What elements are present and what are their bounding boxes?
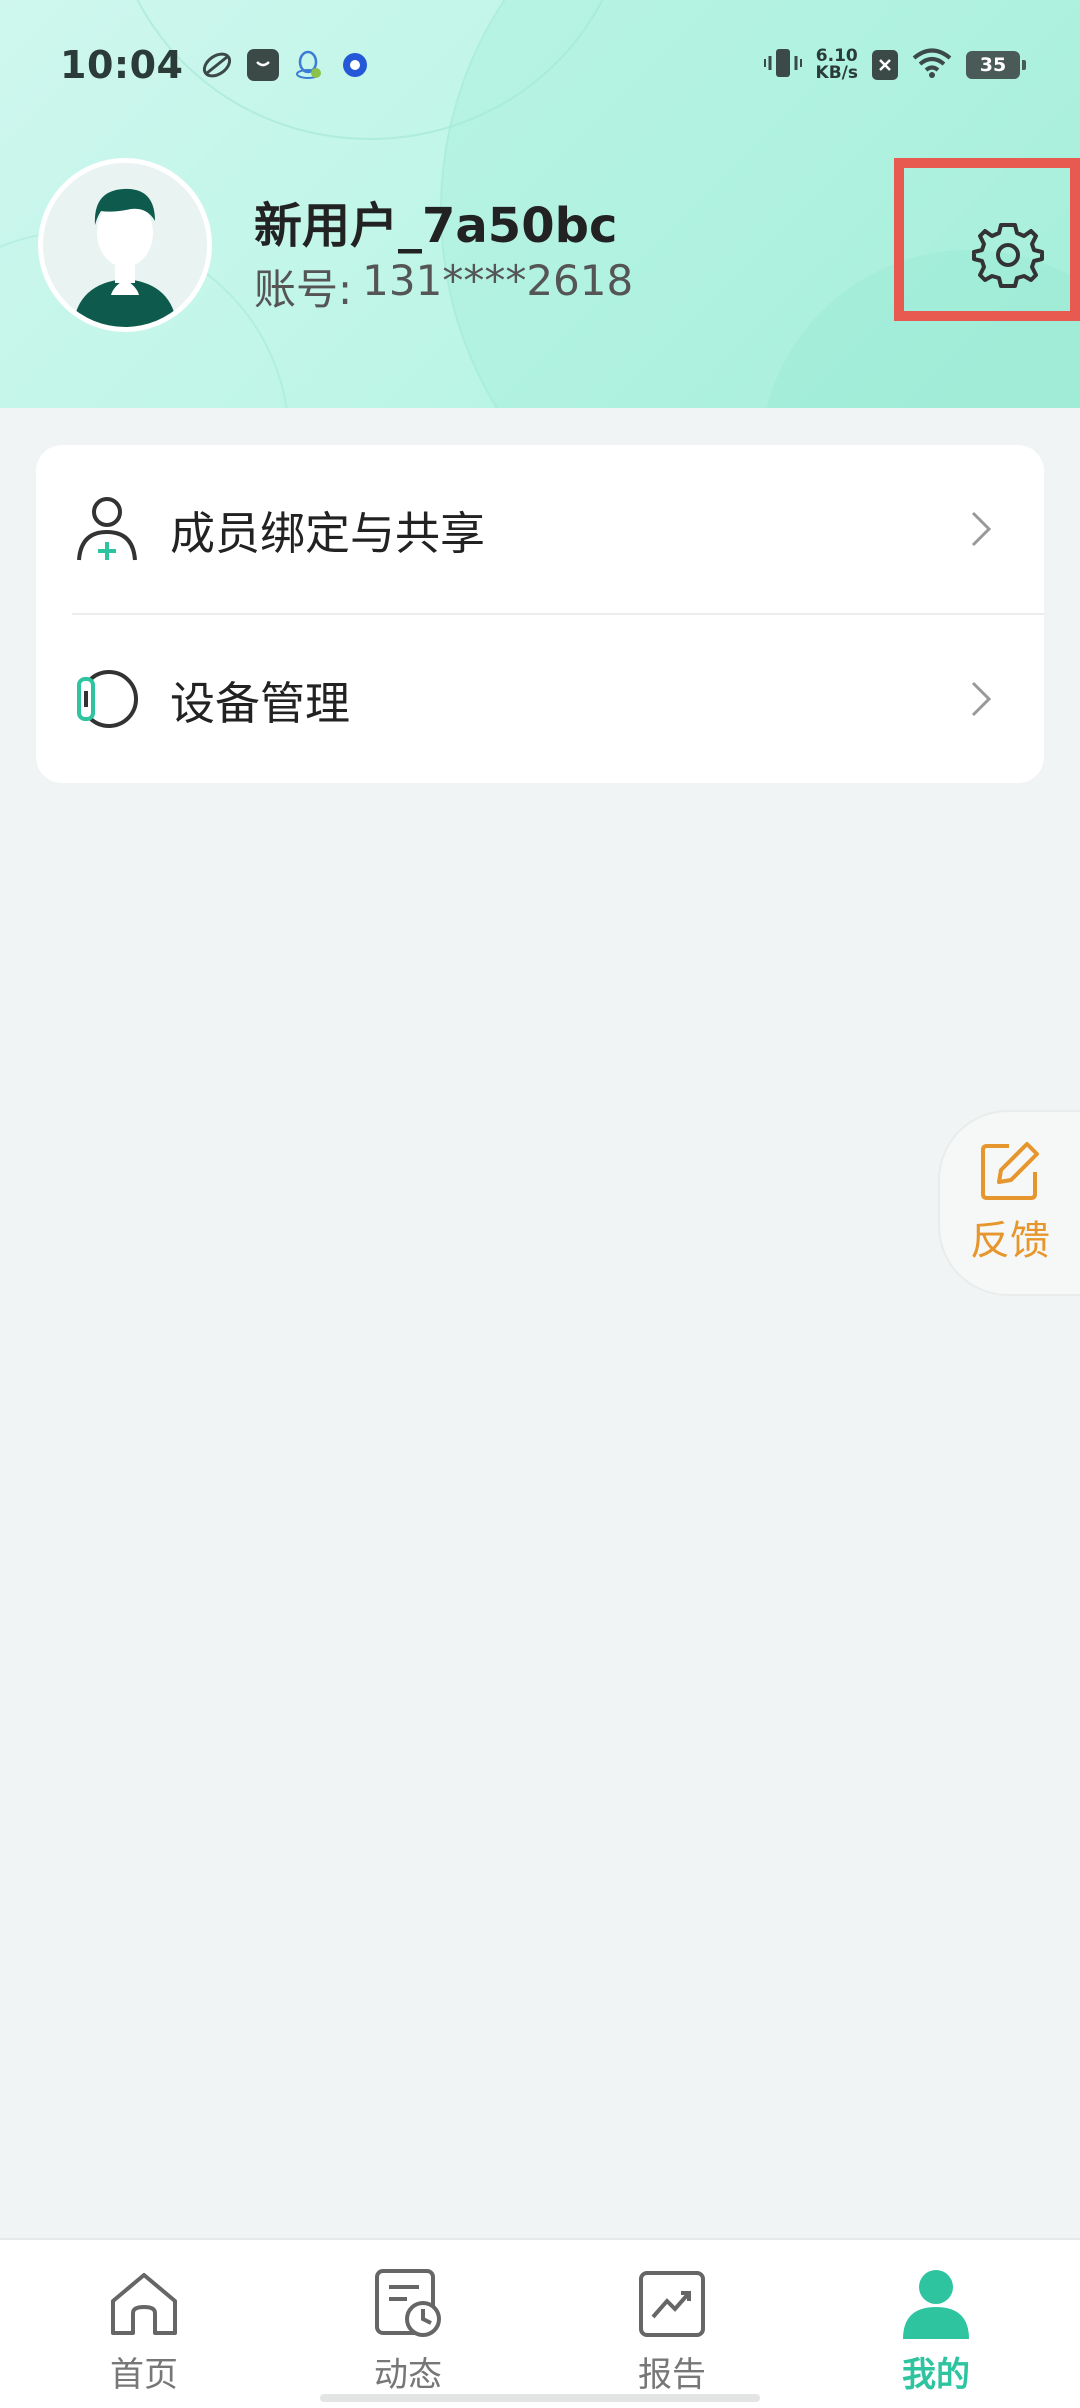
tab-label: 动态 — [374, 2355, 442, 2395]
settings-highlight-box — [894, 158, 1080, 321]
vibrate-icon — [763, 46, 802, 84]
wifi-icon — [912, 47, 952, 83]
tab-report[interactable]: 报告 — [602, 2266, 742, 2396]
avatar[interactable] — [38, 158, 212, 332]
tab-activity[interactable]: 动态 — [338, 2266, 478, 2396]
status-bar: 10:04 6.10 KB/s 35 — [0, 0, 1080, 130]
shopping-bag-icon — [247, 49, 280, 81]
tab-home[interactable]: 首页 — [74, 2266, 214, 2396]
home-icon — [105, 2266, 183, 2341]
app-icon-1 — [201, 49, 233, 81]
default-avatar-icon — [43, 163, 207, 327]
report-icon — [633, 2266, 711, 2341]
profile-icon — [897, 2266, 975, 2341]
account-label: 账号: — [254, 265, 353, 314]
tab-label: 首页 — [110, 2355, 178, 2395]
edit-icon — [981, 1142, 1039, 1200]
tab-label: 我的 — [902, 2355, 970, 2395]
battery-icon: 35 — [966, 51, 1026, 79]
chevron-right-icon — [966, 509, 996, 549]
menu-item-label: 成员绑定与共享 — [170, 506, 486, 560]
account-value: 131****2618 — [362, 256, 634, 305]
network-speed-unit: KB/s — [815, 63, 858, 83]
user-add-icon — [72, 494, 142, 564]
menu-item-device-management[interactable]: 设备管理 — [36, 615, 1044, 783]
chevron-right-icon — [966, 679, 996, 719]
menu-item-label: 设备管理 — [170, 676, 351, 730]
device-icon — [72, 664, 142, 734]
profile-header: 10:04 6.10 KB/s 35 新用户_7a50bc 账号: 131***… — [0, 0, 1080, 408]
status-time: 10:04 — [60, 43, 184, 87]
user-name: 新用户_7a50bc — [254, 198, 618, 254]
activity-icon — [369, 2266, 447, 2341]
menu-card: 成员绑定与共享 设备管理 — [36, 445, 1044, 783]
feedback-label: 反馈 — [970, 1218, 1050, 1264]
menu-item-member-binding[interactable]: 成员绑定与共享 — [36, 445, 1044, 613]
sim-off-icon — [872, 50, 898, 80]
home-indicator — [320, 2394, 760, 2402]
tab-label: 报告 — [638, 2355, 706, 2395]
network-speed: 6.10 KB/s — [816, 48, 858, 82]
bottom-tab-bar: 首页 动态 报告 我的 — [0, 2238, 1080, 2408]
account-info: 账号: 131****2618 — [254, 256, 633, 317]
tab-profile[interactable]: 我的 — [866, 2266, 1006, 2396]
battery-level: 35 — [979, 54, 1007, 76]
feedback-button[interactable]: 反馈 — [938, 1110, 1080, 1296]
qq-icon — [293, 49, 325, 81]
browser-icon — [339, 49, 371, 81]
